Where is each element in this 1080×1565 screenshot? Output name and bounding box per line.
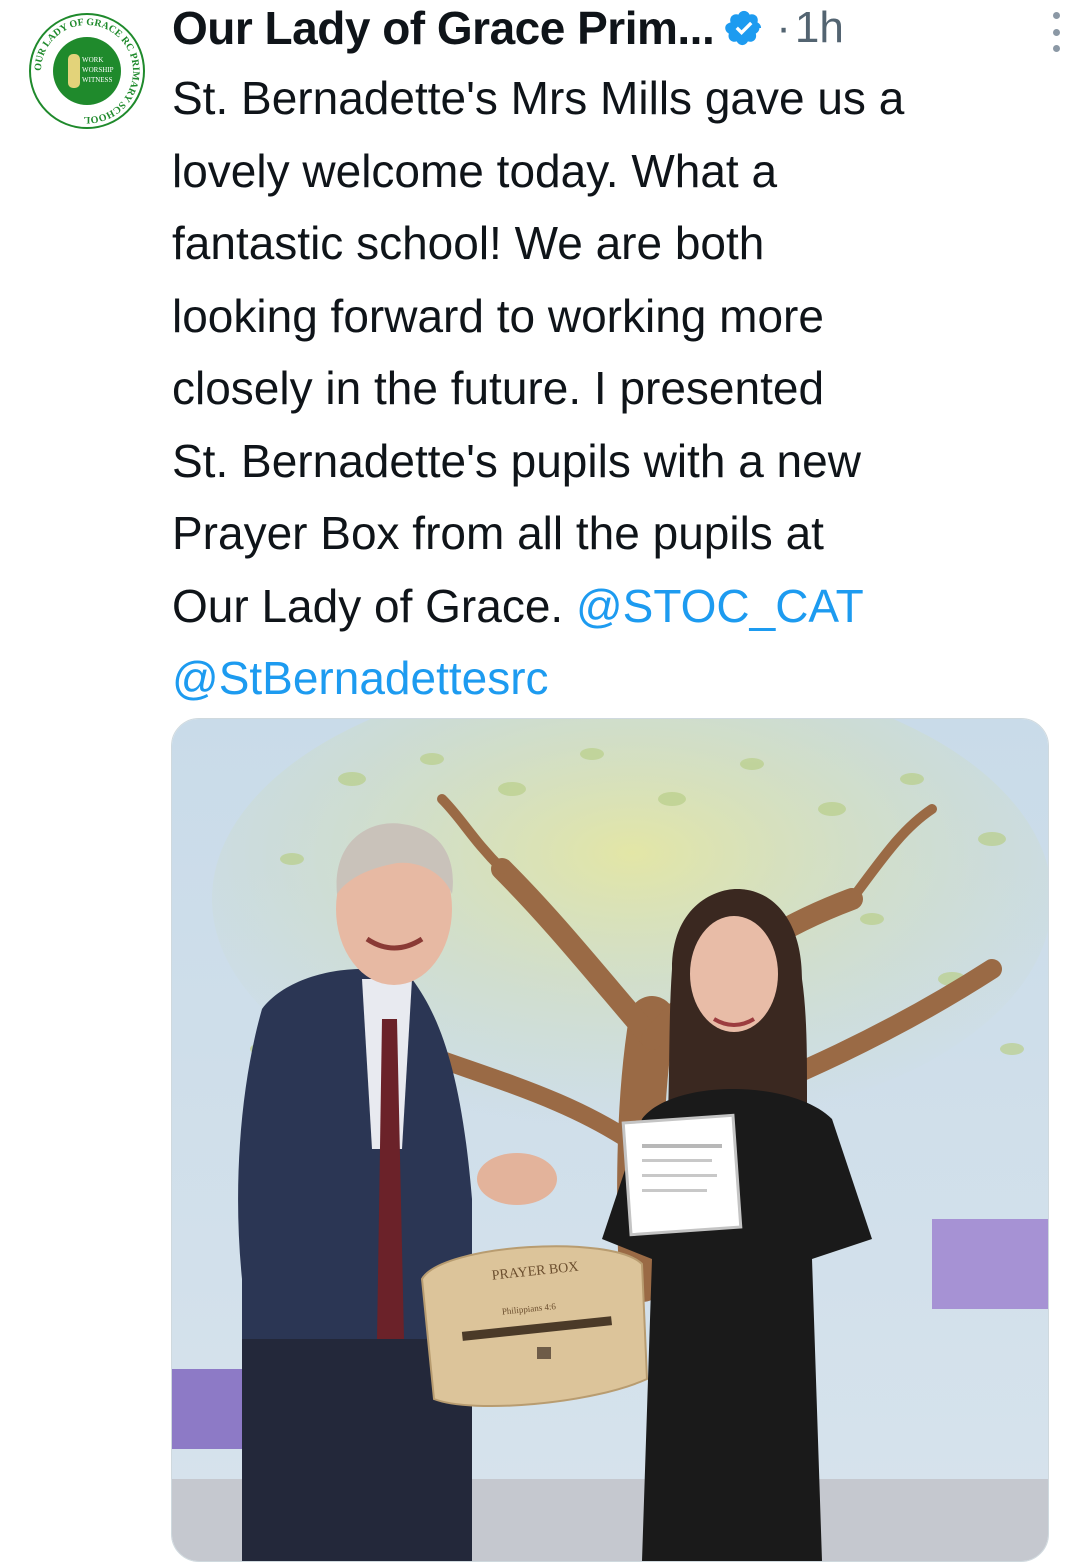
tweet-header: Our Lady of Grace Prim... · 1h <box>172 0 1040 56</box>
tweet-line: Our Lady of Grace. <box>172 579 576 632</box>
tweet-line-last: Our Lady of Grace. @STOC_CAT <box>172 570 1052 643</box>
tweet-line: closely in the future. I presented <box>172 362 825 414</box>
author-name[interactable]: Our Lady of Grace Prim... <box>172 1 715 55</box>
tweet-line: St. Bernadette's pupils with a new <box>172 434 861 487</box>
photo-illustration: PRAYER BOX Philippians 4:6 <box>172 719 1048 1561</box>
avatar[interactable]: OUR LADY OF GRACE RC PRIMARY SCHOOL WORK… <box>28 12 146 130</box>
tweet-line: Prayer Box from all the pupils at <box>172 507 824 559</box>
logo-motto-3: WITNESS <box>82 76 112 84</box>
tweet-timestamp[interactable]: 1h <box>795 3 844 53</box>
tweet-line: lovely welcome today. What a <box>172 144 778 197</box>
tweet-photo[interactable]: PRAYER BOX Philippians 4:6 <box>171 718 1049 1562</box>
logo-motto-1: WORK <box>82 56 103 64</box>
tweet-line: fantastic school! We are both <box>172 217 765 269</box>
tweet-line: St. Bernadette's Mrs Mills gave us a <box>172 72 905 124</box>
tweet-text: St. Bernadette's Mrs Mills gave us a lov… <box>172 62 1052 715</box>
photo-certificate <box>621 1113 743 1237</box>
tweet-line: looking forward to working more <box>172 289 824 342</box>
logo-motto-2: WORSHIP <box>82 66 114 74</box>
header-separator: · <box>776 3 791 52</box>
mention-link-stbernadettes[interactable]: @StBernadettesrc <box>172 652 549 704</box>
prayer-box: PRAYER BOX Philippians 4:6 <box>420 1245 649 1408</box>
more-vertical-icon[interactable] <box>1046 12 1066 52</box>
school-logo: OUR LADY OF GRACE RC PRIMARY SCHOOL WORK… <box>29 13 145 129</box>
verified-badge-icon <box>725 10 762 46</box>
mention-link-stoc-cat[interactable]: @STOC_CAT <box>576 580 864 632</box>
